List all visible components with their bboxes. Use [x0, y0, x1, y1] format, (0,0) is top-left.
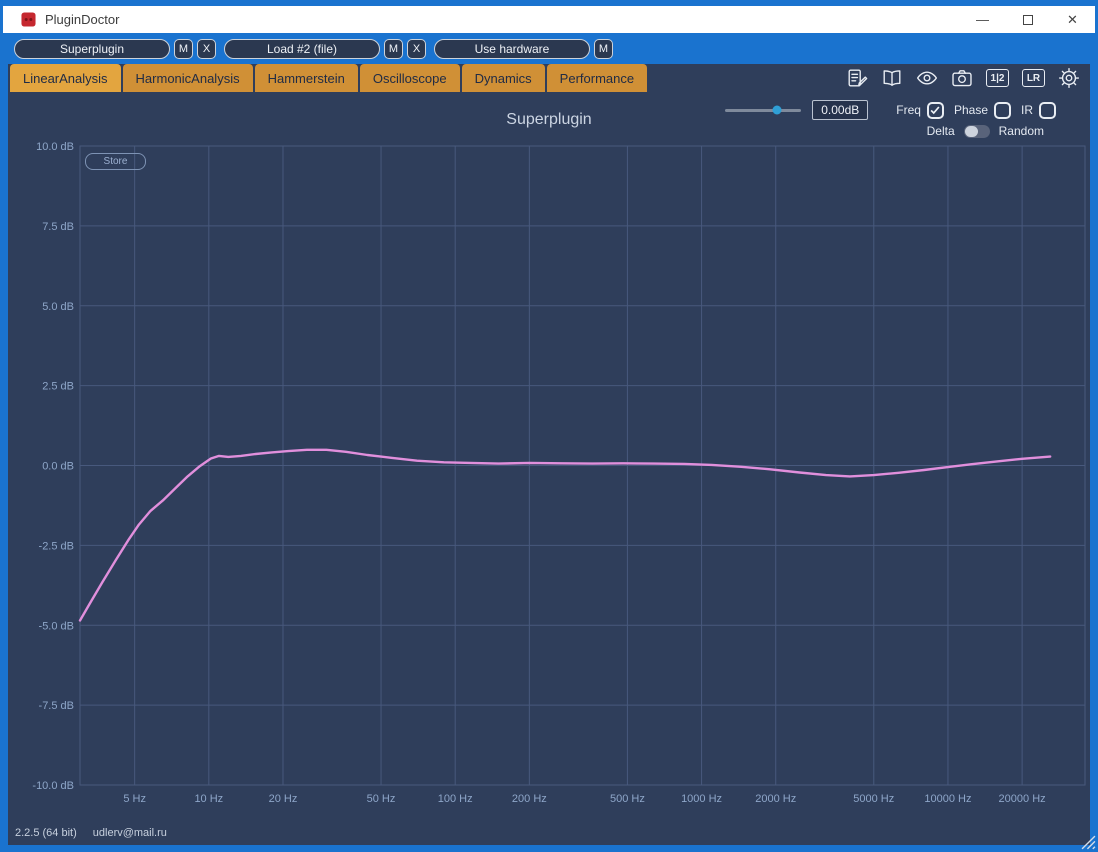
svg-text:500 Hz: 500 Hz: [610, 793, 645, 805]
icon-toolbar: 1|2 LR: [846, 64, 1090, 92]
slot-1-m-button[interactable]: M: [174, 38, 193, 59]
gain-value-field[interactable]: 0.00dB: [812, 100, 869, 120]
svg-text:5 Hz: 5 Hz: [123, 793, 146, 805]
compare-1-2-icon[interactable]: 1|2: [986, 69, 1009, 87]
settings-gear-icon[interactable]: [1058, 67, 1080, 89]
check-icon: [931, 106, 940, 115]
delta-row: Delta Random: [927, 124, 1044, 138]
phase-checkbox[interactable]: [994, 101, 1011, 119]
email-label: udlerv@mail.ru: [92, 827, 167, 839]
svg-text:10.0 dB: 10.0 dB: [36, 141, 74, 153]
svg-text:2000 Hz: 2000 Hz: [755, 793, 796, 805]
delta-label: Delta: [926, 124, 955, 138]
tab-oscilloscope[interactable]: Oscilloscope: [359, 64, 460, 92]
channel-lr-icon[interactable]: LR: [1022, 69, 1045, 87]
plugin-toolbar: Superplugin M X Load #2 (file) M X Use h…: [8, 33, 1090, 64]
plugin-slot-3-button[interactable]: Use hardware: [434, 38, 590, 59]
svg-text:200 Hz: 200 Hz: [512, 793, 547, 805]
slot-1-x-button[interactable]: X: [197, 38, 216, 59]
titlebar: PluginDoctor — ✕: [3, 6, 1095, 33]
svg-text:2.5 dB: 2.5 dB: [42, 381, 74, 393]
window-controls: — ✕: [960, 6, 1095, 33]
eye-icon[interactable]: [916, 67, 938, 89]
resize-grip[interactable]: [1081, 835, 1096, 850]
chart-panel: 5 Hz 10 Hz 20 Hz 50 Hz 100 Hz 200 Hz 500 Hz 100…: [8, 92, 1090, 821]
svg-text:50 Hz: 50 Hz: [367, 793, 396, 805]
svg-text:0.0 dB: 0.0 dB: [42, 461, 74, 473]
gain-slider[interactable]: [725, 105, 802, 115]
controls-row: 0.00dB Freq Phase IR: [725, 100, 1060, 120]
manual-book-icon[interactable]: [881, 67, 903, 89]
random-label: Random: [998, 124, 1044, 138]
svg-text:10000 Hz: 10000 Hz: [924, 793, 971, 805]
close-button[interactable]: ✕: [1050, 6, 1095, 33]
store-button[interactable]: Store: [85, 153, 146, 170]
phase-label: Phase: [953, 103, 988, 117]
frequency-response-chart: 5 Hz 10 Hz 20 Hz 50 Hz 100 Hz 200 Hz 500 Hz 100…: [32, 141, 1086, 805]
svg-text:-7.5 dB: -7.5 dB: [39, 700, 74, 712]
ir-label: IR: [1021, 103, 1033, 117]
svg-text:5.0 dB: 5.0 dB: [42, 301, 74, 313]
notes-edit-icon[interactable]: [846, 67, 868, 89]
svg-text:1000 Hz: 1000 Hz: [681, 793, 722, 805]
tab-harmonic-analysis[interactable]: HarmonicAnalysis: [122, 64, 253, 92]
plugin-slot-2-button[interactable]: Load #2 (file): [224, 38, 380, 59]
tab-dynamics[interactable]: Dynamics: [461, 64, 545, 92]
slot-2-m-button[interactable]: M: [384, 38, 403, 59]
slot-2-x-button[interactable]: X: [407, 38, 426, 59]
minimize-button[interactable]: —: [960, 6, 1005, 33]
status-bar: 2.2.5 (64 bit) udlerv@mail.ru: [8, 821, 1090, 845]
svg-text:10 Hz: 10 Hz: [194, 793, 223, 805]
tab-performance[interactable]: Performance: [546, 64, 648, 92]
freq-label: Freq: [896, 103, 921, 117]
delta-toggle[interactable]: [963, 124, 990, 138]
response-curve-frequency-response: [78, 448, 1052, 622]
app-icon: [21, 12, 36, 27]
svg-text:7.5 dB: 7.5 dB: [42, 221, 74, 233]
version-label: 2.2.5 (64 bit): [15, 827, 77, 839]
svg-text:20 Hz: 20 Hz: [269, 793, 298, 805]
screenshot-camera-icon[interactable]: [951, 67, 973, 89]
main-panel: LinearAnalysis HarmonicAnalysis Hammerst…: [8, 64, 1090, 845]
svg-text:20000 Hz: 20000 Hz: [999, 793, 1046, 805]
svg-text:100 Hz: 100 Hz: [438, 793, 473, 805]
window-title: PluginDoctor: [45, 12, 120, 27]
ir-checkbox[interactable]: [1039, 101, 1056, 119]
svg-text:5000 Hz: 5000 Hz: [853, 793, 894, 805]
svg-text:-10.0 dB: -10.0 dB: [32, 780, 74, 792]
maximize-button[interactable]: [1005, 6, 1050, 33]
svg-text:-2.5 dB: -2.5 dB: [39, 540, 74, 552]
maximize-icon: [1022, 14, 1033, 25]
svg-text:-5.0 dB: -5.0 dB: [39, 620, 74, 632]
tab-linear-analysis[interactable]: LinearAnalysis: [10, 64, 121, 92]
gain-slider-knob[interactable]: [772, 105, 782, 115]
slot-3-m-button[interactable]: M: [594, 38, 613, 59]
plugin-slot-1-button[interactable]: Superplugin: [14, 38, 170, 59]
tab-hammerstein[interactable]: Hammerstein: [254, 64, 358, 92]
tab-bar: LinearAnalysis HarmonicAnalysis Hammerst…: [8, 64, 1090, 92]
freq-checkbox[interactable]: [926, 101, 944, 119]
